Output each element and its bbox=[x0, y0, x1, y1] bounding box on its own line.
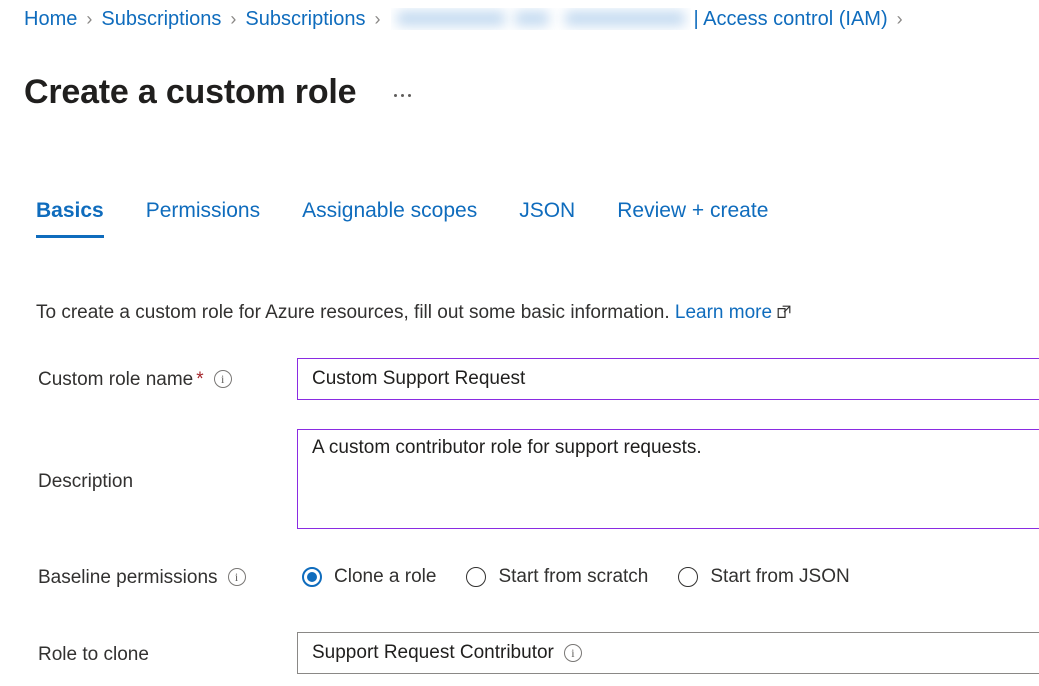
radio-mark-icon bbox=[302, 567, 322, 587]
role-to-clone-label: Role to clone bbox=[38, 643, 149, 667]
radio-start-from-scratch[interactable]: Start from scratch bbox=[466, 565, 648, 589]
breadcrumb-item-home[interactable]: Home bbox=[24, 6, 77, 32]
external-link-icon[interactable] bbox=[777, 305, 791, 319]
breadcrumb-item-redacted[interactable] bbox=[391, 8, 691, 30]
info-icon[interactable] bbox=[564, 644, 582, 662]
intro-description: To create a custom role for Azure resour… bbox=[36, 302, 670, 323]
custom-role-name-label: Custom role name* bbox=[38, 368, 232, 392]
tab-json[interactable]: JSON bbox=[519, 198, 575, 238]
custom-role-name-label-text: Custom role name bbox=[38, 369, 193, 390]
more-options-icon[interactable] bbox=[390, 90, 415, 101]
breadcrumb-item-access-control[interactable]: | Access control (IAM) bbox=[693, 6, 887, 32]
tab-bar: Basics Permissions Assignable scopes JSO… bbox=[36, 198, 768, 238]
breadcrumb-item-subscriptions[interactable]: Subscriptions bbox=[101, 6, 221, 32]
tab-review-create[interactable]: Review + create bbox=[617, 198, 768, 238]
breadcrumb: Home › Subscriptions › Subscriptions › |… bbox=[24, 5, 912, 33]
tab-basics[interactable]: Basics bbox=[36, 198, 104, 238]
breadcrumb-separator-icon: › bbox=[230, 6, 236, 32]
radio-label: Start from JSON bbox=[710, 565, 849, 589]
breadcrumb-item-subscriptions-2[interactable]: Subscriptions bbox=[245, 6, 365, 32]
required-marker: * bbox=[196, 369, 203, 390]
tab-assignable-scopes[interactable]: Assignable scopes bbox=[302, 198, 477, 238]
create-custom-role-page: Home › Subscriptions › Subscriptions › |… bbox=[0, 0, 1039, 686]
description-label-text: Description bbox=[38, 471, 133, 492]
info-icon[interactable] bbox=[228, 568, 246, 586]
breadcrumb-separator-icon: › bbox=[86, 6, 92, 32]
role-to-clone-select[interactable]: Support Request Contributor bbox=[297, 632, 1039, 674]
radio-mark-icon bbox=[466, 567, 486, 587]
breadcrumb-separator-icon: › bbox=[374, 6, 380, 32]
title-row: Create a custom role bbox=[24, 48, 415, 136]
description-label: Description bbox=[38, 470, 133, 494]
role-to-clone-value: Support Request Contributor bbox=[312, 641, 554, 665]
info-icon[interactable] bbox=[214, 370, 232, 388]
custom-role-name-input[interactable] bbox=[297, 358, 1039, 400]
radio-label: Start from scratch bbox=[498, 565, 648, 589]
radio-label: Clone a role bbox=[334, 565, 436, 589]
learn-more-link[interactable]: Learn more bbox=[675, 302, 772, 323]
intro-text: To create a custom role for Azure resour… bbox=[36, 300, 791, 326]
radio-clone-a-role[interactable]: Clone a role bbox=[302, 565, 436, 589]
page-title: Create a custom role bbox=[24, 71, 356, 113]
breadcrumb-separator-icon: › bbox=[897, 6, 903, 32]
role-to-clone-label-text: Role to clone bbox=[38, 644, 149, 665]
radio-mark-icon bbox=[678, 567, 698, 587]
baseline-permissions-label: Baseline permissions bbox=[38, 566, 246, 590]
baseline-permissions-radio-group: Clone a role Start from scratch Start fr… bbox=[302, 565, 850, 589]
tab-permissions[interactable]: Permissions bbox=[146, 198, 260, 238]
baseline-permissions-label-text: Baseline permissions bbox=[38, 567, 218, 588]
radio-start-from-json[interactable]: Start from JSON bbox=[678, 565, 849, 589]
description-textarea[interactable] bbox=[297, 429, 1039, 529]
